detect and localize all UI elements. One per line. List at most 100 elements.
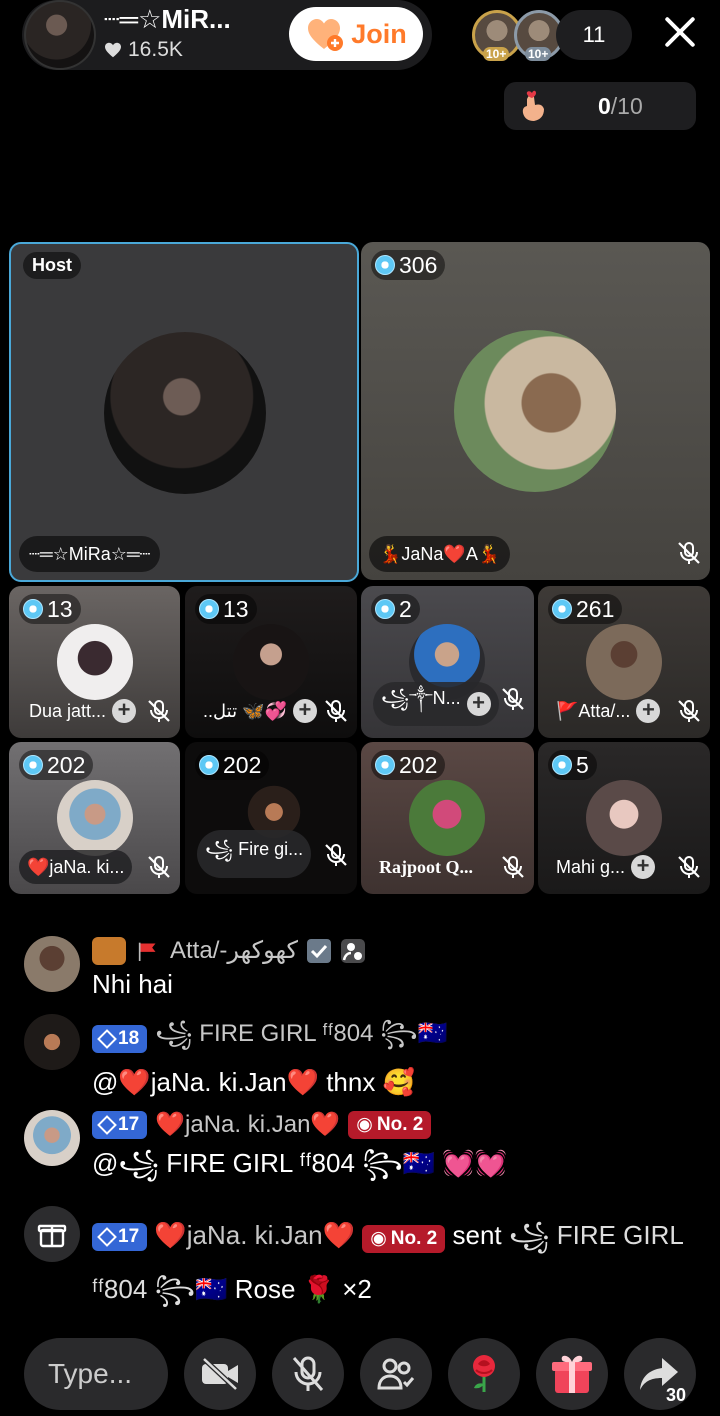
score-icon bbox=[552, 755, 572, 775]
chat-text: Nhi hai bbox=[92, 969, 173, 999]
mic-muted-icon bbox=[502, 856, 524, 878]
seat-score: 13 bbox=[19, 594, 81, 624]
checkbox-icon bbox=[306, 938, 331, 963]
host-seat-name: ┈═☆MiRa☆═┈ bbox=[29, 543, 151, 564]
guest-seat[interactable]: 13 ..تتل 🦋💞 + bbox=[185, 586, 357, 738]
share-count: 30 bbox=[665, 1385, 686, 1405]
sent-label: sent bbox=[452, 1220, 502, 1250]
guest-seat-nameplate: ❤️jaNa. ki... bbox=[19, 850, 133, 884]
host-tag: Host bbox=[23, 252, 81, 279]
guest-seat[interactable]: 306 💃JaNa❤️A💃 bbox=[361, 242, 710, 580]
chat-header: 18 ꧁ FIRE GIRL ᶠᶠ804 ꧂🇦🇺 bbox=[92, 1014, 448, 1063]
guest-seat-avatar[interactable] bbox=[454, 330, 616, 492]
share-button[interactable]: 30 bbox=[624, 1338, 696, 1410]
camera-toggle-button[interactable] bbox=[184, 1338, 256, 1410]
guest-seat[interactable]: 5 Mahi g... + bbox=[538, 742, 710, 894]
score-icon bbox=[23, 599, 43, 619]
guest-seat-avatar[interactable] bbox=[409, 780, 485, 856]
viewer-rank-badge: 10+ bbox=[483, 47, 510, 61]
gift-outline-icon bbox=[37, 1224, 67, 1248]
guest-seat-nameplate: 💃JaNa❤️A💃 bbox=[369, 536, 511, 572]
guest-seat-avatar[interactable] bbox=[57, 780, 133, 856]
score-icon bbox=[552, 599, 572, 619]
chat-header: 17 ❤️jaNa. ki.Jan❤️ ◉ No. 2 bbox=[92, 1110, 507, 1139]
heart-icon bbox=[105, 42, 121, 58]
chat-message[interactable]: 18 ꧁ FIRE GIRL ᶠᶠ804 ꧂🇦🇺 @❤️jaNa. ki.Jan… bbox=[24, 1014, 448, 1098]
gift-message[interactable] bbox=[24, 1206, 80, 1262]
seat-score: 202 bbox=[195, 750, 270, 780]
chat-username[interactable]: ❤️jaNa. ki.Jan❤️ bbox=[155, 1110, 340, 1139]
add-friend-button[interactable]: + bbox=[631, 855, 656, 879]
chat-username[interactable]: ❤️jaNa. ki.Jan❤️ bbox=[154, 1220, 355, 1250]
chat-text: @꧁ FIRE GIRL ᶠᶠ804 ꧂🇦🇺 💓💓 bbox=[92, 1148, 508, 1178]
medal-icon: ◉ bbox=[370, 1228, 387, 1249]
host-seat[interactable]: Host ┈═☆MiRa☆═┈ bbox=[9, 242, 359, 582]
guest-seat-avatar[interactable] bbox=[586, 624, 662, 700]
guest-seat[interactable]: 202 ꧁ Fire gi... bbox=[185, 742, 357, 894]
close-icon[interactable] bbox=[662, 14, 698, 50]
guest-seat-nameplate: ꧁ Fire gi... bbox=[197, 830, 312, 878]
guest-seat[interactable]: 261 🚩Atta/... + bbox=[538, 586, 710, 738]
guest-seat-avatar[interactable] bbox=[57, 624, 133, 700]
counter-current: 0 bbox=[598, 92, 611, 119]
seat-score: 306 bbox=[371, 250, 446, 280]
chat-message[interactable]: Atta/-کھوکھر Nhi hai bbox=[24, 936, 366, 1000]
add-friend-button[interactable]: + bbox=[636, 699, 661, 723]
gift-button[interactable] bbox=[536, 1338, 608, 1410]
chat-avatar[interactable] bbox=[24, 1110, 80, 1166]
chat-username[interactable]: Atta/-کھوکھر bbox=[170, 936, 298, 965]
counter-max: /10 bbox=[610, 92, 643, 119]
level-badge: 18 bbox=[92, 1024, 148, 1053]
mic-muted-icon bbox=[678, 700, 700, 722]
score-icon bbox=[199, 599, 219, 619]
fan-badge-icon bbox=[92, 936, 126, 965]
host-seat-avatar[interactable] bbox=[104, 332, 266, 494]
heart-plus-icon bbox=[308, 19, 344, 51]
score-icon bbox=[375, 255, 395, 275]
guest-seat-avatar[interactable] bbox=[586, 780, 662, 856]
gift-avatar bbox=[24, 1206, 80, 1262]
mic-muted-icon bbox=[292, 1356, 324, 1391]
add-friend-button[interactable]: + bbox=[112, 699, 137, 723]
red-flag-icon bbox=[138, 942, 156, 961]
guest-seat-nameplate: ꧁༒N... + bbox=[373, 682, 499, 726]
rose-gift-button[interactable] bbox=[448, 1338, 520, 1410]
level-badge: 17 bbox=[92, 1110, 148, 1139]
join-label: Join bbox=[351, 18, 407, 49]
seat-score: 202 bbox=[19, 750, 94, 780]
chat-header: Atta/-کھوکھر bbox=[92, 936, 366, 965]
mic-muted-icon bbox=[148, 856, 170, 878]
score-icon bbox=[375, 755, 395, 775]
seat-score: 2 bbox=[371, 594, 420, 624]
guest-seat-nameplate: Rajpoot Q... bbox=[379, 856, 473, 877]
add-friend-button[interactable]: + bbox=[466, 692, 491, 716]
join-button[interactable]: Join bbox=[289, 7, 423, 61]
message-input[interactable]: Type... bbox=[24, 1338, 168, 1410]
hand-heart-counter[interactable]: 0/10 bbox=[504, 82, 696, 130]
guest-seat[interactable]: 202 ❤️jaNa. ki... bbox=[9, 742, 180, 894]
chat-username[interactable]: ꧁ FIRE GIRL ᶠᶠ804 ꧂🇦🇺 bbox=[155, 1014, 447, 1063]
chat-avatar[interactable] bbox=[24, 1014, 80, 1070]
gift-text: 17 ❤️jaNa. ki.Jan❤️ ◉ No. 2 sent ꧁ FIRE G… bbox=[92, 1208, 692, 1316]
users-icon bbox=[377, 1358, 415, 1390]
viewer-rank-badge: 10+ bbox=[525, 47, 552, 61]
mic-toggle-button[interactable] bbox=[272, 1338, 344, 1410]
add-friend-button[interactable]: + bbox=[292, 699, 317, 723]
level-badge: 17 bbox=[92, 1223, 148, 1251]
chat-avatar[interactable] bbox=[24, 936, 80, 992]
gift-item: Rose 🌹 ×2 bbox=[234, 1274, 372, 1304]
guest-seat-avatar[interactable] bbox=[233, 624, 309, 700]
score-icon bbox=[199, 755, 219, 775]
medal-icon: ◉ bbox=[356, 1114, 373, 1135]
chat-message[interactable]: 17 ❤️jaNa. ki.Jan❤️ ◉ No. 2 @꧁ FIRE GIRL … bbox=[24, 1110, 507, 1196]
seat-score: 5 bbox=[548, 750, 597, 780]
host-likes: 16.5K bbox=[104, 38, 183, 62]
users-button[interactable] bbox=[360, 1338, 432, 1410]
guest-seat[interactable]: 202 Rajpoot Q... bbox=[361, 742, 534, 894]
viewer-count-button[interactable]: 11 bbox=[556, 10, 632, 60]
guest-seat[interactable]: 2 ꧁༒N... + bbox=[361, 586, 534, 738]
likes-count: 16.5K bbox=[128, 38, 183, 61]
bottom-toolbar: Type... 30 bbox=[0, 1338, 720, 1410]
guest-seat[interactable]: 13 Dua jatt... + bbox=[9, 586, 180, 738]
host-avatar[interactable] bbox=[24, 0, 96, 70]
